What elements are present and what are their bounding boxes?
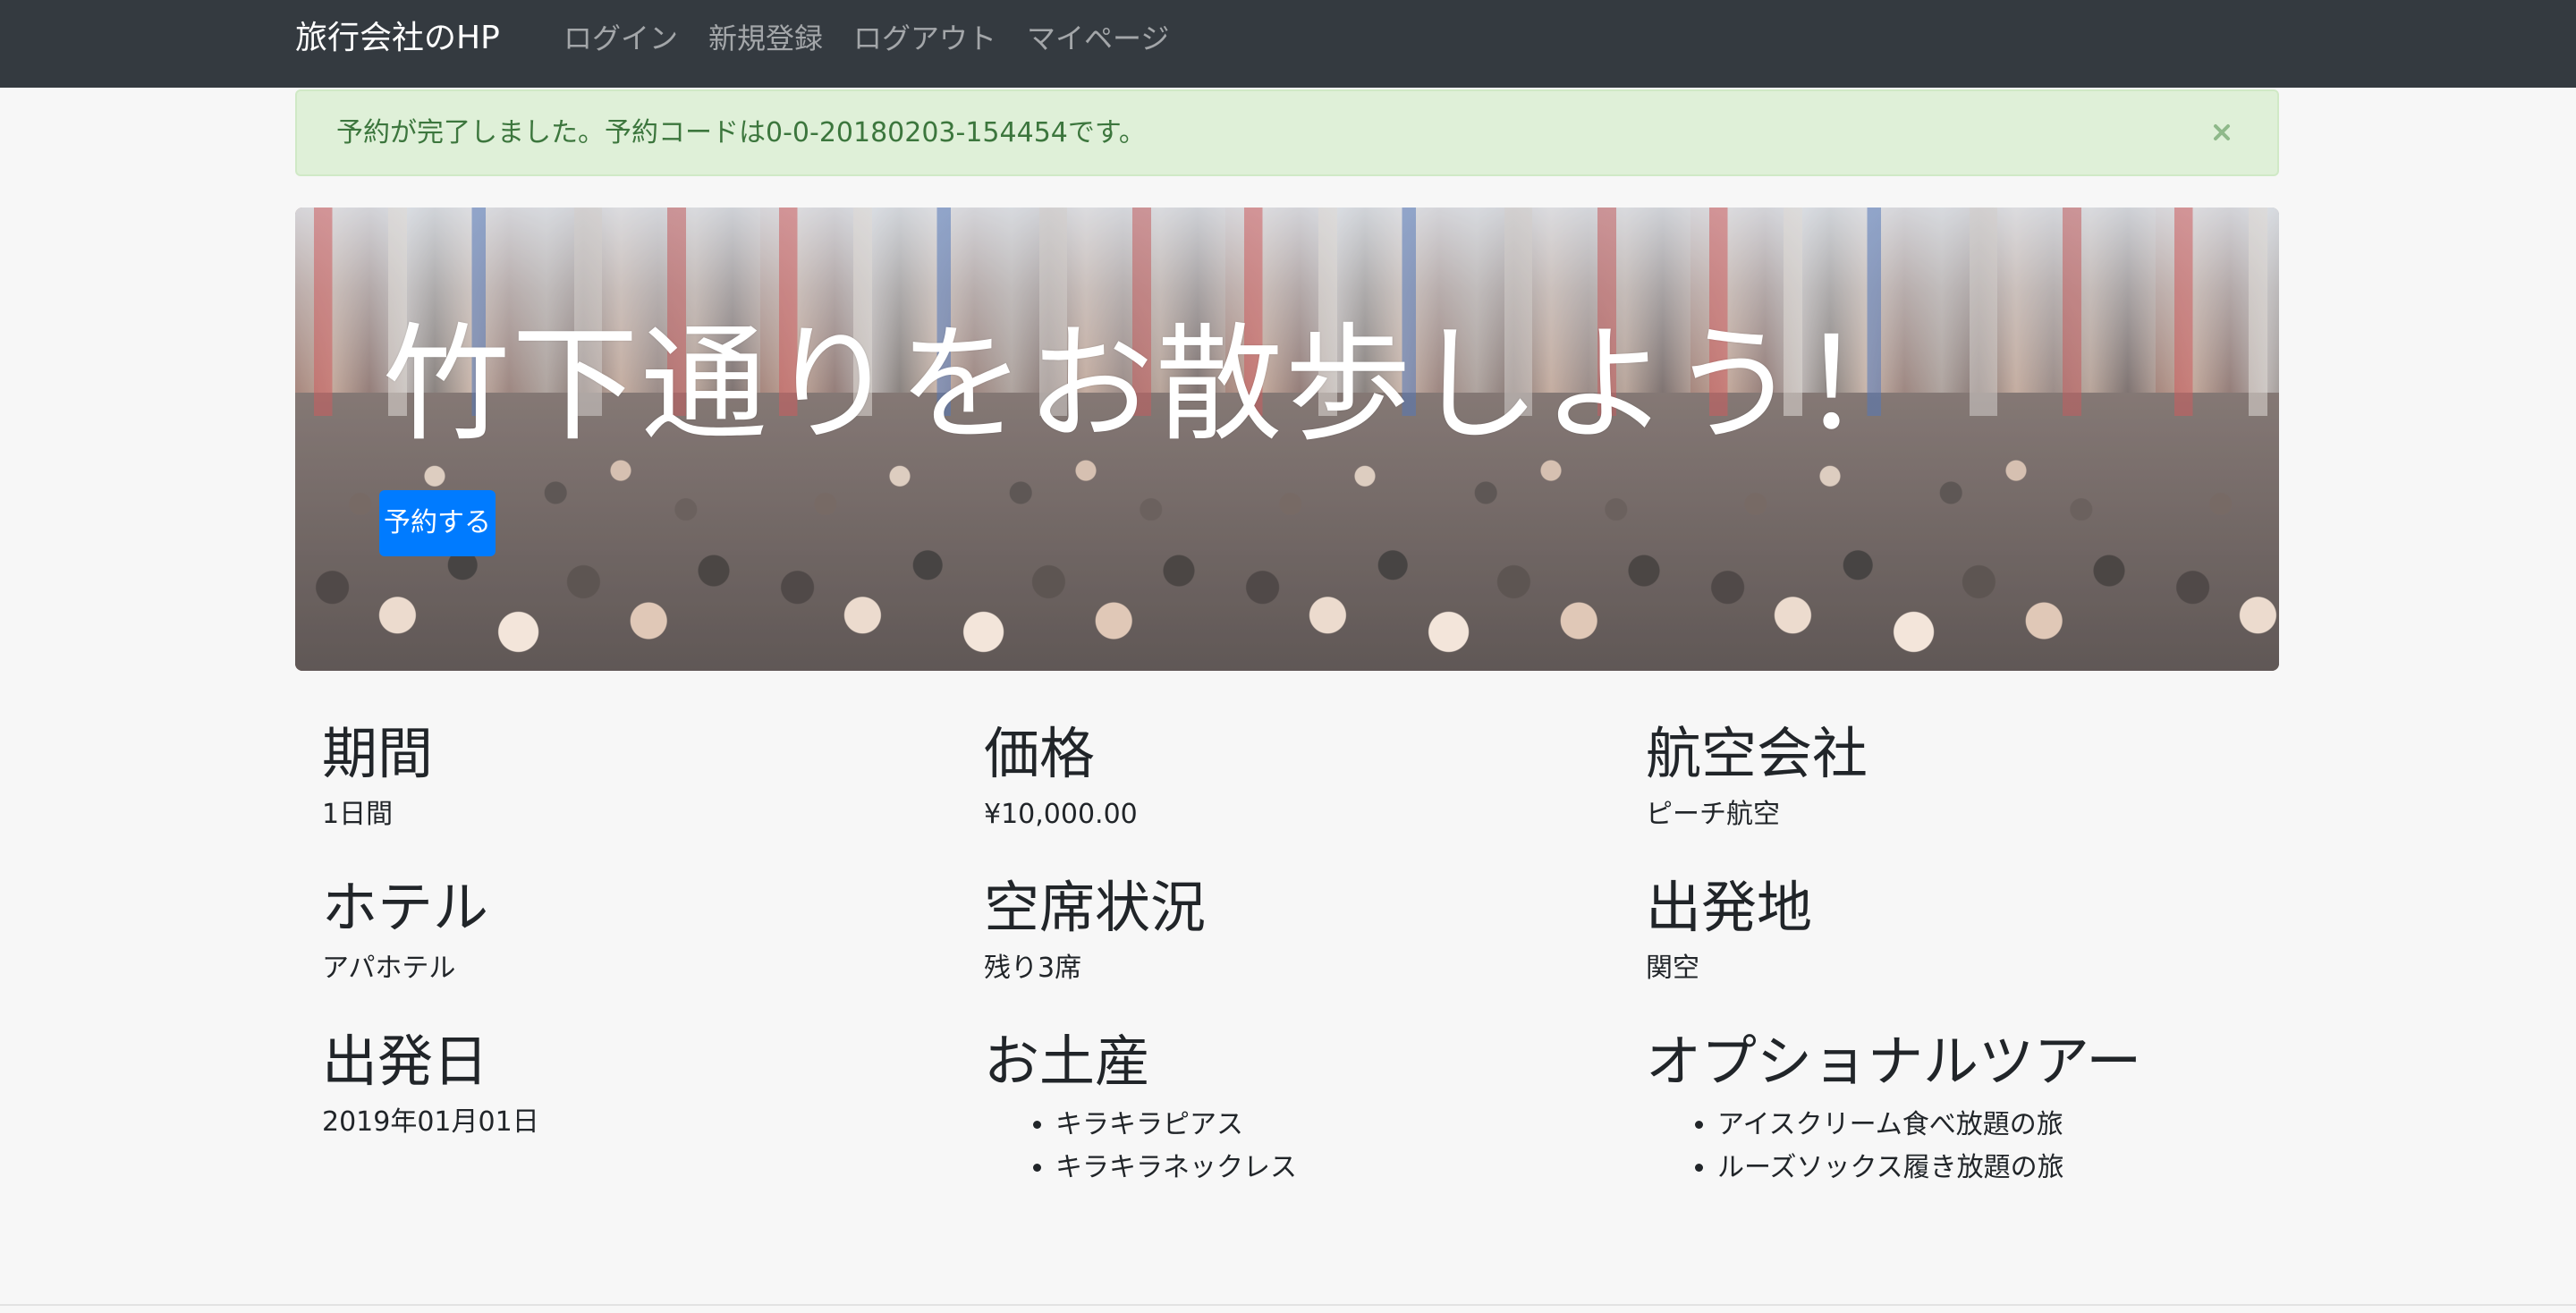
detail-hotel: ホテル アパホテル — [322, 875, 948, 987]
detail-value: 2019年01月01日 — [322, 1106, 539, 1139]
list-item: ルーズソックス履き放題の旅 — [1717, 1147, 2272, 1190]
detail-value: アパホテル — [322, 953, 456, 985]
hero-banner: 竹下通りをお散歩しよう！ 予約する — [295, 208, 2279, 671]
close-icon[interactable] — [2204, 114, 2240, 150]
detail-heading: 空席状況 — [984, 875, 1207, 940]
detail-price: 価格 ¥10,000.00 — [984, 721, 1610, 834]
detail-value: 残り3席 — [984, 953, 1082, 985]
detail-heading: ホテル — [322, 875, 489, 940]
alert-message: 予約が完了しました。予約コードは0-0-20180203-154454です。 — [336, 117, 1146, 148]
footer-divider — [0, 1304, 2576, 1306]
list-item: キラキラネックレス — [1055, 1147, 1610, 1190]
detail-heading: オプショナルツアー — [1646, 1029, 2142, 1094]
detail-departure-place: 出発地 関空 — [1646, 875, 2272, 987]
detail-optional-tours: オプショナルツアー アイスクリーム食べ放題の旅 ルーズソックス履き放題の旅 — [1646, 1029, 2272, 1190]
detail-heading: 期間 — [322, 721, 434, 786]
success-alert: 予約が完了しました。予約コードは0-0-20180203-154454です。 — [295, 89, 2279, 176]
nav-signup-link[interactable]: 新規登録 — [693, 0, 838, 77]
souvenir-list: キラキラピアス キラキラネックレス — [984, 1104, 1610, 1190]
detail-heading: 価格 — [984, 721, 1096, 786]
detail-heading: 出発地 — [1646, 875, 1813, 940]
detail-value: ¥10,000.00 — [984, 799, 1138, 831]
detail-seats: 空席状況 残り3席 — [984, 875, 1610, 987]
list-item: キラキラピアス — [1055, 1104, 1610, 1147]
hero-title: 竹下通りをお散歩しよう！ — [383, 311, 1928, 459]
nav-links: ログイン 新規登録 ログアウト マイページ — [564, 0, 1184, 77]
reserve-button[interactable]: 予約する — [379, 490, 496, 556]
brand-link[interactable]: 旅行会社のHP — [295, 0, 500, 77]
nav-login-link[interactable]: ログイン — [564, 0, 693, 77]
detail-heading: 航空会社 — [1646, 721, 1868, 786]
detail-heading: お土産 — [984, 1029, 1151, 1094]
detail-departure-date: 出発日 2019年01月01日 — [322, 1029, 948, 1141]
detail-heading: 出発日 — [322, 1029, 489, 1094]
detail-airline: 航空会社 ピーチ航空 — [1646, 721, 2272, 834]
detail-value: 1日間 — [322, 799, 394, 831]
navbar: 旅行会社のHP ログイン 新規登録 ログアウト マイページ — [0, 0, 2576, 88]
nav-mypage-link[interactable]: マイページ — [1012, 0, 1184, 77]
detail-souvenirs: お土産 キラキラピアス キラキラネックレス — [984, 1029, 1610, 1190]
detail-value: ピーチ航空 — [1646, 799, 1780, 831]
optional-tour-list: アイスクリーム食べ放題の旅 ルーズソックス履き放題の旅 — [1646, 1104, 2272, 1190]
list-item: アイスクリーム食べ放題の旅 — [1717, 1104, 2272, 1147]
detail-period: 期間 1日間 — [322, 721, 948, 834]
nav-logout-link[interactable]: ログアウト — [838, 0, 1012, 77]
detail-value: 関空 — [1646, 953, 1699, 985]
